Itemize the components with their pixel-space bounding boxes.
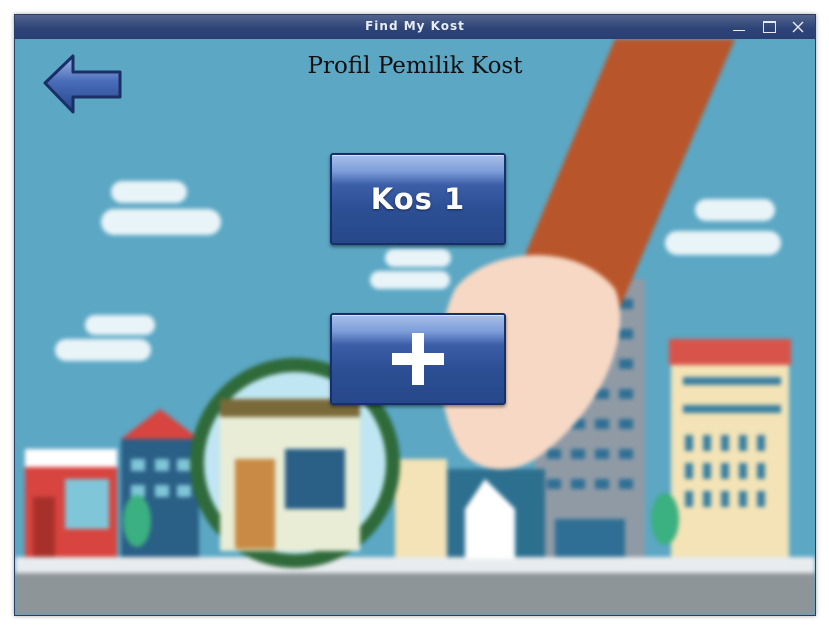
kos-1-button[interactable]: Kos 1 (330, 153, 506, 245)
page-title: Profil Pemilik Kost (307, 53, 523, 79)
minimize-icon (733, 29, 745, 31)
plus-icon (392, 333, 444, 385)
close-button[interactable] (789, 18, 807, 36)
maximize-icon (762, 21, 776, 33)
add-kos-button[interactable] (330, 313, 506, 405)
title-bar[interactable]: Find My Kost (15, 15, 815, 39)
back-button[interactable] (41, 53, 123, 115)
kos-1-label: Kos 1 (370, 182, 466, 216)
content-area: Profil Pemilik Kost Kos 1 (15, 39, 815, 615)
back-arrow-icon (43, 54, 122, 114)
window-title: Find My Kost (365, 19, 465, 33)
maximize-button[interactable] (760, 18, 778, 36)
minimize-button[interactable] (730, 18, 748, 36)
app-window: Find My Kost Profil Pemilik Kost Kos 1 (14, 14, 816, 616)
close-icon (792, 21, 804, 33)
